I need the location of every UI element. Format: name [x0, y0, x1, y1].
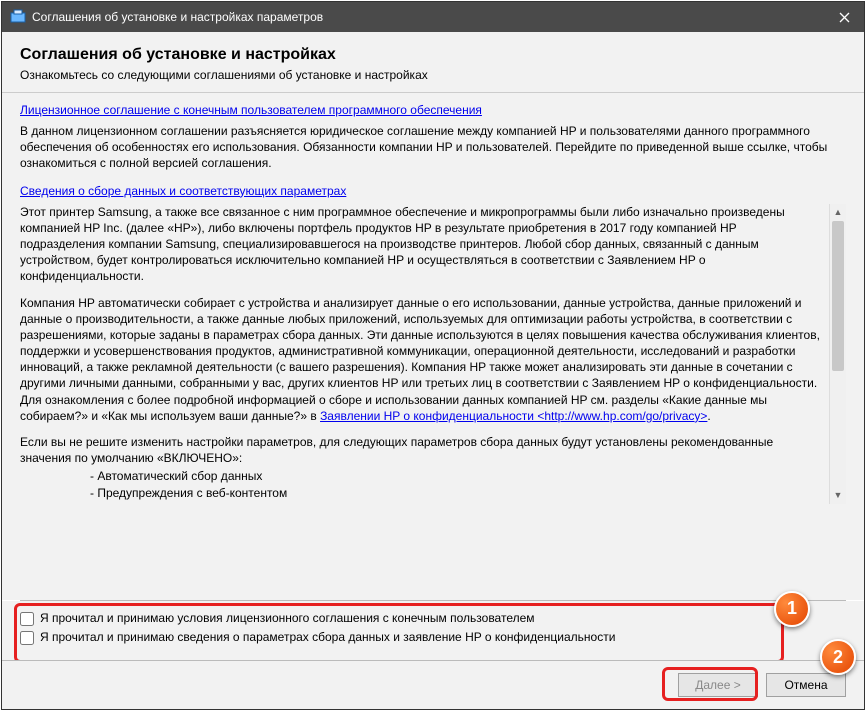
accept-eula-label[interactable]: Я прочитал и принимаю условия лицензионн…: [40, 611, 535, 627]
agreement-para-2: Компания HP автоматически собирает с уст…: [20, 295, 821, 425]
accept-privacy-checkbox[interactable]: [20, 631, 34, 645]
agreement-para-1: Этот принтер Samsung, а также все связан…: [20, 204, 821, 285]
next-button[interactable]: Далее >: [678, 673, 758, 697]
titlebar: Соглашения об установке и настройках пар…: [2, 2, 864, 32]
bullet-auto-collect: - Автоматический сбор данных: [90, 468, 821, 485]
bullet-web-alerts: - Предупреждения с веб-контентом: [90, 485, 821, 502]
page-subtitle: Ознакомьтесь со следующими соглашениями …: [20, 68, 846, 82]
agreement-scroll-pane: Этот принтер Samsung, а также все связан…: [20, 204, 846, 504]
app-icon: [10, 9, 26, 25]
window-title: Соглашения об установке и настройках пар…: [32, 10, 824, 24]
acceptance-area: Я прочитал и принимаю условия лицензионн…: [2, 601, 864, 660]
data-collection-link[interactable]: Сведения о сборе данных и соответствующи…: [20, 184, 846, 198]
scroll-thumb[interactable]: [832, 221, 844, 371]
header: Соглашения об установке и настройках Озн…: [2, 32, 864, 93]
accept-eula-row: Я прочитал и принимаю условия лицензионн…: [20, 611, 760, 627]
defaults-list: - Автоматический сбор данных - Предупреж…: [90, 468, 821, 502]
callout-badge-2: 2: [820, 639, 856, 675]
scroll-down-arrow[interactable]: ▼: [830, 487, 846, 504]
vertical-scrollbar[interactable]: ▲ ▼: [829, 204, 846, 504]
accept-eula-checkbox[interactable]: [20, 612, 34, 626]
footer: Далее > Отмена 2: [2, 660, 864, 709]
eula-description: В данном лицензионном соглашении разъясн…: [20, 123, 846, 172]
content-area: Лицензионное соглашение с конечным польз…: [2, 93, 864, 600]
cancel-button[interactable]: Отмена: [766, 673, 846, 697]
page-title: Соглашения об установке и настройках: [20, 46, 846, 64]
eula-link[interactable]: Лицензионное соглашение с конечным польз…: [20, 103, 846, 117]
accept-privacy-row: Я прочитал и принимаю сведения о парамет…: [20, 630, 760, 646]
accept-privacy-label[interactable]: Я прочитал и принимаю сведения о парамет…: [40, 630, 615, 646]
scroll-up-arrow[interactable]: ▲: [830, 204, 846, 221]
defaults-intro: Если вы не решите изменить настройки пар…: [20, 434, 821, 466]
callout-badge-1: 1: [774, 591, 810, 627]
close-button[interactable]: [824, 2, 864, 32]
privacy-statement-link[interactable]: Заявлении HP о конфиденциальности <http:…: [320, 408, 707, 424]
agreement-text: Этот принтер Samsung, а также все связан…: [20, 204, 829, 504]
